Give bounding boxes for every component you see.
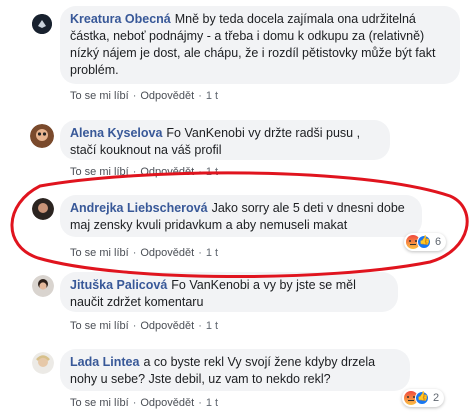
reactions-badge[interactable]: 6 [404, 233, 447, 251]
like-link[interactable]: To se mi líbí [70, 90, 129, 102]
comment-actions: To se mi líbí · Odpovědět · 1 t [70, 397, 219, 409]
like-reaction-icon [417, 235, 431, 249]
reply-link[interactable]: Odpovědět [140, 247, 194, 259]
comment-actions: To se mi líbí · Odpovědět · 1 t [70, 320, 219, 332]
reply-link[interactable]: Odpovědět [140, 397, 194, 409]
comment-time[interactable]: 1 t [206, 320, 218, 332]
comment-time[interactable]: 1 t [206, 247, 218, 259]
comment-actions: To se mi líbí · Odpovědět · 1 t [70, 166, 219, 178]
comment-bubble: Kreatura Obecná Mně by teda docela zajíma… [60, 6, 460, 84]
comment-author[interactable]: Kreatura Obecná [70, 12, 171, 26]
comment-time[interactable]: 1 t [206, 166, 218, 178]
avatar[interactable] [32, 14, 52, 34]
like-link[interactable]: To se mi líbí [70, 397, 129, 409]
like-link[interactable]: To se mi líbí [70, 166, 129, 178]
like-link[interactable]: To se mi líbí [70, 320, 129, 332]
like-reaction-icon [415, 391, 429, 405]
comment-author[interactable]: Alena Kyselova [70, 126, 162, 140]
comment-actions: To se mi líbí · Odpovědět · 1 t [70, 90, 219, 102]
comment-bubble: Andrejka Liebscherová Jako sorry ale 5 de… [60, 195, 422, 237]
reply-link[interactable]: Odpovědět [140, 90, 194, 102]
avatar[interactable] [32, 275, 54, 297]
avatar[interactable] [30, 124, 54, 148]
comment-author[interactable]: Lada Lintea [70, 355, 139, 369]
comment-actions: To se mi líbí · Odpovědět · 1 t [70, 247, 219, 259]
like-link[interactable]: To se mi líbí [70, 247, 129, 259]
reactions-badge[interactable]: 2 [402, 389, 445, 407]
comment-time[interactable]: 1 t [206, 90, 218, 102]
reply-link[interactable]: Odpovědět [140, 166, 194, 178]
comment-author[interactable]: Jituška Palicová [70, 278, 167, 292]
comment-time[interactable]: 1 t [206, 397, 218, 409]
avatar[interactable] [32, 198, 54, 220]
reactions-count: 2 [433, 392, 440, 404]
comment-author[interactable]: Andrejka Liebscherová [70, 201, 208, 215]
avatar[interactable] [32, 352, 54, 374]
reactions-count: 6 [435, 236, 442, 248]
comment-bubble: Alena Kyselova Fo VanKenobi vy držte radš… [60, 120, 390, 160]
reply-link[interactable]: Odpovědět [140, 320, 194, 332]
comment-bubble: Jituška Palicová Fo VanKenobi a vy by jst… [60, 272, 398, 312]
comment-bubble: Lada Lintea a co byste rekl Vy svojí žene… [60, 349, 410, 391]
